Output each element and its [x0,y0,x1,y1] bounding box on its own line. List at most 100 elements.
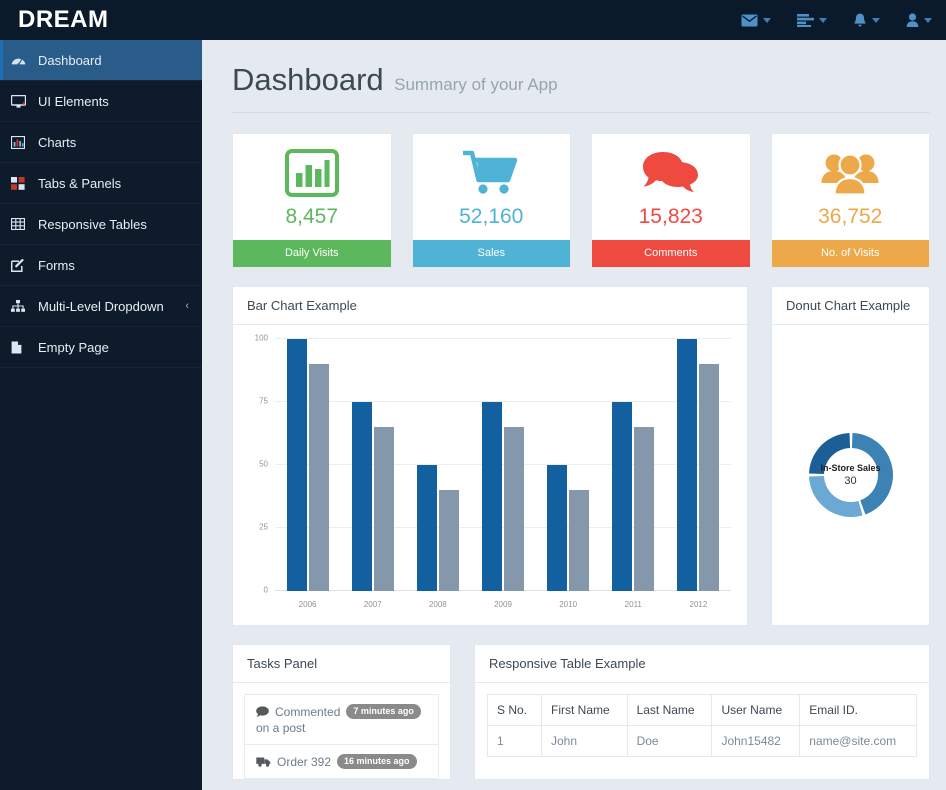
table-cell: 1 [487,725,542,757]
task-line: Commented 7 minutes ago [256,704,428,719]
brand-logo[interactable]: DREAM [0,0,202,40]
bar[interactable] [373,427,394,591]
y-axis-tick-label: 0 [263,585,268,595]
table-column-header: User Name [711,694,801,726]
sidebar-item-multi-level-dropdown[interactable]: Multi-Level Dropdown ‹ [0,286,202,327]
table-container: S No. First Name Last Name User Name Email I… [475,683,929,757]
file-icon [11,341,33,354]
sitemap-icon [11,300,33,312]
notifications-dropdown[interactable] [853,13,880,28]
page-header: Dashboard Summary of your App [232,62,930,113]
bar[interactable] [438,490,459,591]
bar-group [340,339,405,591]
panel-title: Bar Chart Example [233,287,747,325]
sidebar-item-label: Charts [38,134,77,150]
stat-label: Sales [412,240,570,267]
bar[interactable] [569,490,590,591]
chevron-down-icon [872,17,880,23]
table-column-header: S No. [487,694,542,726]
messages-dropdown[interactable] [741,14,771,27]
bar[interactable] [351,402,372,591]
bar[interactable] [416,465,437,591]
bar-group [470,339,535,591]
donut-chart: In-Store Sales 30 [772,325,929,625]
edit-square-icon [11,258,33,272]
status-badge: 7 minutes ago [346,704,421,719]
bar[interactable] [308,364,329,591]
table-column-header: Last Name [626,694,713,726]
stat-card-sales[interactable]: 52,160 Sales [411,133,571,268]
sidebar-item-charts[interactable]: Charts [0,122,202,163]
bar-chart-panel: Bar Chart Example 0 25 50 75 100 2006 2007 200… [232,286,748,626]
chevron-down-icon [819,17,827,23]
y-axis-tick-label: 100 [254,333,268,343]
table-column-header: Email ID. [799,694,917,726]
x-axis-tick-label: 2008 [428,600,447,609]
tasks-dropdown[interactable] [797,13,827,27]
sidebar-item-responsive-tables[interactable]: Responsive Tables [0,204,202,245]
donut-chart-panel: Donut Chart Example In-Store Sales 30 [771,286,930,626]
status-badge: 16 minutes ago [337,754,417,769]
donut-graphic: In-Store Sales 30 [796,420,906,530]
envelope-icon [741,14,758,27]
sidebar-item-label: Empty Page [38,339,109,355]
sidebar-item-label: Dashboard [38,52,102,68]
bar[interactable] [699,364,720,591]
page-title: Dashboard [232,62,384,97]
monitor-icon [11,94,33,108]
bar[interactable] [677,339,698,591]
stat-card-no-of-visits[interactable]: 36,752 No. of Visits [770,133,930,268]
panel-title: Tasks Panel [233,645,450,683]
table-header-row: S No. First Name Last Name User Name Email I… [487,694,917,726]
chevron-down-icon [924,17,932,23]
stat-label: No. of Visits [771,240,929,267]
stat-card-daily-visits[interactable]: 8,457 Daily Visits [232,133,392,268]
panel-title: Responsive Table Example [475,645,929,683]
sidebar-item-empty-page[interactable]: Empty Page [0,327,202,368]
x-axis-tick-label: 2012 [689,600,708,609]
sidebar-item-tabs-panels[interactable]: Tabs & Panels [0,163,202,204]
bar[interactable] [612,402,633,591]
dashboard-icon [11,54,33,66]
stat-value: 8,457 [285,205,339,228]
bar-groups [275,339,731,591]
task-text: Commented [275,704,341,719]
list-item[interactable]: Order 392 16 minutes ago [244,744,439,779]
comments-icon [592,134,750,196]
stat-card-comments[interactable]: 15,823 Comments [591,133,751,268]
bar-chart: 0 25 50 75 100 2006 2007 2008 2009 2010 2011 2012 [233,325,747,625]
bar[interactable] [634,427,655,591]
sidebar-item-forms[interactable]: Forms [0,245,202,286]
x-axis-tick-label: 2009 [494,600,512,609]
chevron-down-icon [763,17,771,23]
stat-value: 36,752 [818,205,883,228]
x-axis-tick-label: 2011 [624,600,642,609]
page-subtitle: Summary of your App [394,75,558,94]
charts-row: Bar Chart Example 0 25 50 75 100 2006 2007 200… [232,286,930,626]
table-row[interactable]: 1 John Doe John15482 name@site.com [487,725,917,757]
task-text: Order 392 [277,754,332,769]
list-item[interactable]: Commented 7 minutes ago on a post [244,694,439,744]
sidebar-item-dashboard[interactable]: Dashboard [0,40,202,81]
grid-blocks-icon [11,176,33,190]
bar[interactable] [481,402,502,591]
donut-slice[interactable] [808,433,850,475]
table-cell: Doe [626,725,713,757]
table-cell: John [541,725,628,757]
task-line: Order 392 16 minutes ago [256,754,428,769]
bar-group [536,339,601,591]
donut-slice[interactable] [808,475,863,517]
bar-group [666,339,731,591]
stat-value: 52,160 [459,205,524,228]
bar-group [275,339,340,591]
stat-cards: 8,457 Daily Visits 52,160 Sales 15,823 C… [232,133,930,268]
bar-chart-icon [11,135,33,149]
sidebar-item-label: Multi-Level Dropdown [38,298,164,314]
bar[interactable] [286,339,307,591]
users-icon [772,134,930,196]
bar[interactable] [547,465,568,591]
bar[interactable] [503,427,524,591]
account-dropdown[interactable] [906,13,932,27]
shopping-cart-icon [413,134,571,196]
sidebar-item-ui-elements[interactable]: UI Elements [0,81,202,122]
